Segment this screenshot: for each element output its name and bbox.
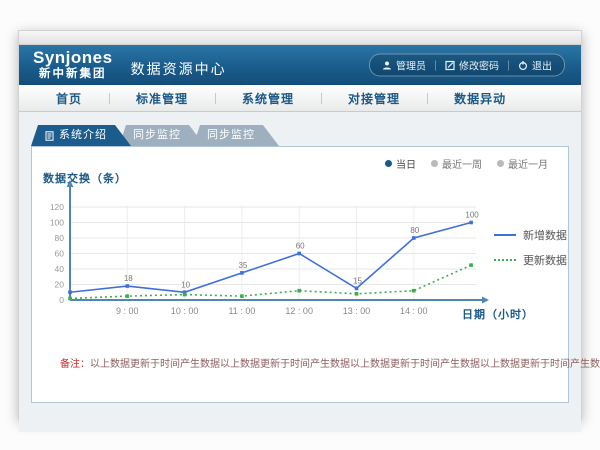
tab-sync-monitor-1[interactable]: 同步监控	[119, 125, 205, 146]
chart-panel: 当日 最近一周 最近一月 数据交换（条） 0204060801001209 : …	[31, 146, 569, 403]
document-icon	[45, 131, 54, 141]
time-filter-group: 当日 最近一周 最近一月	[385, 156, 548, 171]
svg-text:80: 80	[410, 226, 419, 235]
footnote: 备注：以上数据更新于时间产生数据以上数据更新于时间产生数据以上数据更新于时间产生…	[60, 355, 600, 370]
footnote-label: 备注：	[60, 359, 90, 370]
change-password-button[interactable]: 修改密码	[445, 58, 499, 73]
svg-text:35: 35	[238, 261, 247, 270]
nav-item-integration-mgmt[interactable]: 对接管理	[321, 90, 427, 107]
tab-label: 同步监控	[133, 125, 181, 146]
username-label: 管理员	[396, 58, 426, 73]
logout-label: 退出	[532, 58, 552, 73]
filter-label: 最近一周	[442, 156, 482, 171]
radio-icon	[385, 160, 392, 167]
solid-line-swatch	[494, 234, 516, 236]
filter-label: 最近一月	[508, 156, 548, 171]
nav-item-system-mgmt[interactable]: 系统管理	[215, 90, 321, 107]
logout-button[interactable]: 退出	[518, 58, 552, 73]
divider	[435, 60, 436, 70]
person-icon	[382, 60, 392, 70]
radio-icon	[431, 160, 438, 167]
edit-icon	[445, 60, 455, 70]
svg-text:100: 100	[50, 218, 64, 228]
app-window: Synjones 新中新集团 数据资源中心 管理员 修改密码 退出 首页 标准管…	[18, 30, 582, 420]
nav-item-home[interactable]: 首页	[29, 90, 109, 107]
filter-last-week[interactable]: 最近一周	[431, 156, 482, 171]
divider	[508, 60, 509, 70]
svg-text:40: 40	[55, 264, 65, 274]
svg-text:13 : 00: 13 : 00	[343, 306, 371, 316]
power-icon	[518, 60, 528, 70]
nav-item-standard-mgmt[interactable]: 标准管理	[109, 90, 215, 107]
main-nav: 首页 标准管理 系统管理 对接管理 数据异动	[19, 85, 581, 112]
svg-text:12 : 00: 12 : 00	[285, 306, 313, 316]
dotted-line-swatch	[494, 259, 516, 261]
line-chart: 0 20 40 60 80 100 120 9 : 00 10 : 00 11 : 00 12 : …	[32, 175, 572, 327]
nav-item-data-change[interactable]: 数据异动	[427, 90, 533, 107]
svg-text:11 : 00: 11 : 00	[228, 306, 255, 316]
tab-label: 系统介绍	[59, 125, 107, 146]
tab-label: 同步监控	[207, 125, 255, 146]
page-title: 数据资源中心	[131, 59, 227, 79]
svg-text:14 : 00: 14 : 00	[400, 306, 428, 316]
legend-label: 更新数据	[523, 252, 567, 268]
legend-item-update-data: 更新数据	[494, 252, 567, 268]
app-header: Synjones 新中新集团 数据资源中心 管理员 修改密码 退出	[19, 45, 581, 85]
svg-text:80: 80	[55, 233, 65, 243]
change-password-label: 修改密码	[459, 58, 499, 73]
svg-text:120: 120	[50, 202, 64, 212]
legend-item-new-data: 新增数据	[494, 227, 567, 243]
tab-bar: 系统介绍 同步监控 同步监控	[31, 125, 581, 146]
current-user[interactable]: 管理员	[382, 58, 426, 73]
logo-text-en: Synjones	[33, 49, 113, 66]
svg-text:18: 18	[124, 274, 133, 283]
logo-text-cn: 新中新集团	[33, 69, 113, 81]
filter-label: 当日	[396, 156, 416, 171]
svg-text:9 : 00: 9 : 00	[116, 306, 139, 316]
filter-today[interactable]: 当日	[385, 156, 416, 171]
x-axis-title: 日期（小时）	[462, 306, 534, 322]
tab-system-intro[interactable]: 系统介绍	[31, 125, 131, 146]
legend-label: 新增数据	[523, 227, 567, 243]
svg-text:10 : 00: 10 : 00	[171, 306, 199, 316]
svg-text:100: 100	[465, 211, 479, 220]
chart-legend: 新增数据 更新数据	[494, 227, 567, 277]
svg-text:10: 10	[181, 280, 190, 289]
content-area: 系统介绍 同步监控 同步监控 当日 最近一周 最近一月 数据交换（条） 0204…	[19, 125, 581, 432]
filter-last-month[interactable]: 最近一月	[497, 156, 548, 171]
svg-text:15: 15	[353, 276, 362, 285]
company-logo: Synjones 新中新集团	[33, 49, 113, 81]
svg-text:0: 0	[59, 295, 64, 305]
radio-icon	[497, 160, 504, 167]
svg-text:60: 60	[296, 242, 305, 251]
svg-text:20: 20	[55, 280, 65, 290]
user-menu: 管理员 修改密码 退出	[369, 54, 565, 77]
footnote-text: 以上数据更新于时间产生数据以上数据更新于时间产生数据以上数据更新于时间产生数据以…	[90, 359, 600, 370]
tab-sync-monitor-2[interactable]: 同步监控	[193, 125, 279, 146]
window-top-chrome	[19, 31, 581, 45]
svg-text:60: 60	[55, 249, 65, 259]
